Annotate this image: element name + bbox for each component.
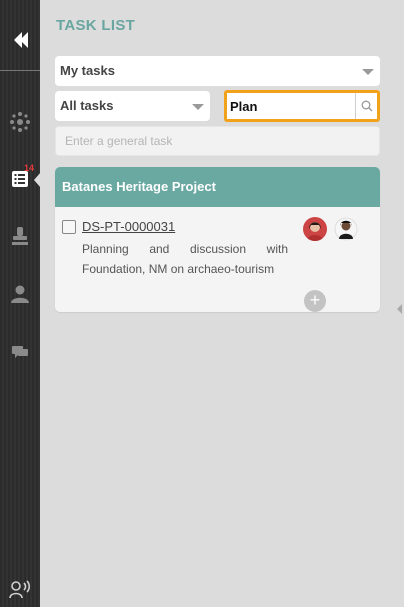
network-icon[interactable]	[8, 110, 32, 134]
chat-icon[interactable]	[8, 340, 32, 364]
page-title: TASK LIST	[56, 17, 136, 34]
status-select-value: All tasks	[60, 98, 114, 113]
search-box	[224, 90, 380, 122]
task-id-link[interactable]: DS-PT-0000031	[82, 219, 175, 234]
task-checkbox[interactable]	[62, 220, 76, 234]
user-icon[interactable]	[8, 282, 32, 306]
collapse-handle[interactable]	[397, 304, 402, 314]
search-button[interactable]	[355, 93, 377, 119]
chevron-down-icon	[362, 69, 374, 75]
chevron-down-icon	[192, 104, 204, 110]
project-title[interactable]: Batanes Heritage Project	[55, 167, 380, 207]
search-input[interactable]	[227, 93, 355, 119]
scope-select[interactable]: My tasks	[55, 56, 380, 86]
status-select[interactable]: All tasks	[55, 91, 210, 121]
project-card: Batanes Heritage Project DS-PT-0000031 P…	[55, 167, 380, 312]
general-task-input[interactable]: Enter a general task	[55, 126, 380, 156]
back-arrow-icon[interactable]	[8, 28, 32, 52]
task-description: Planning and discussion with Foundation,…	[82, 242, 288, 276]
task-list-panel: TASK LIST My tasks All tasks Enter a gen…	[40, 0, 404, 607]
voice-user-icon[interactable]	[8, 577, 32, 601]
task-item: DS-PT-0000031 Planning and discussion wi…	[55, 207, 380, 312]
scope-select-value: My tasks	[60, 63, 115, 78]
avatar[interactable]	[303, 217, 327, 241]
add-assignee-button[interactable]: +	[304, 290, 326, 312]
sidebar-divider	[0, 70, 40, 71]
search-icon	[361, 100, 372, 112]
avatar[interactable]	[334, 217, 358, 241]
task-count-badge: 14	[24, 163, 35, 173]
stamp-icon[interactable]	[8, 224, 32, 248]
left-sidebar: 14	[0, 0, 41, 607]
